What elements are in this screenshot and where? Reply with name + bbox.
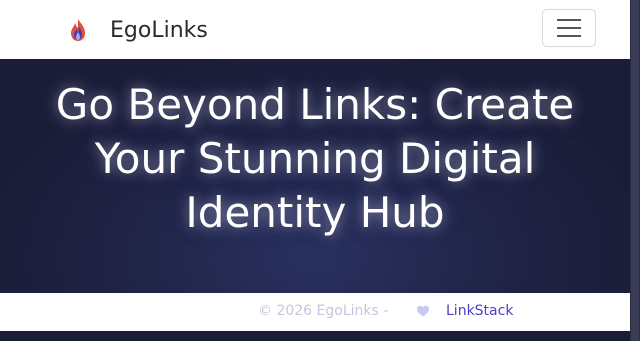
heart-icon [416,304,430,318]
hamburger-menu-icon [557,19,581,21]
hero-title-line: Your Stunning Digital [94,134,536,183]
brand-link[interactable]: EgoLinks [66,12,208,48]
hero-title-line: Identity Hub [185,188,445,237]
navbar-toggle-button[interactable] [542,9,596,47]
bottom-edge [0,331,630,341]
hero-title-line: Go Beyond Links: Create [55,80,575,129]
footer: © 2026 EgoLinks - LinkStack [0,293,630,331]
footer-copyright: © 2026 EgoLinks - [258,303,389,319]
hero-title: Go Beyond Links: Create Your Stunning Di… [20,78,610,240]
flame-logo-icon [66,18,90,42]
scrollbar-thumb[interactable] [631,0,639,341]
top-navbar: EgoLinks [0,0,630,59]
linkstack-link[interactable]: LinkStack [446,303,513,319]
page: EgoLinks Go Beyond Links: Create Your St… [0,0,640,341]
brand-name: EgoLinks [110,17,208,43]
